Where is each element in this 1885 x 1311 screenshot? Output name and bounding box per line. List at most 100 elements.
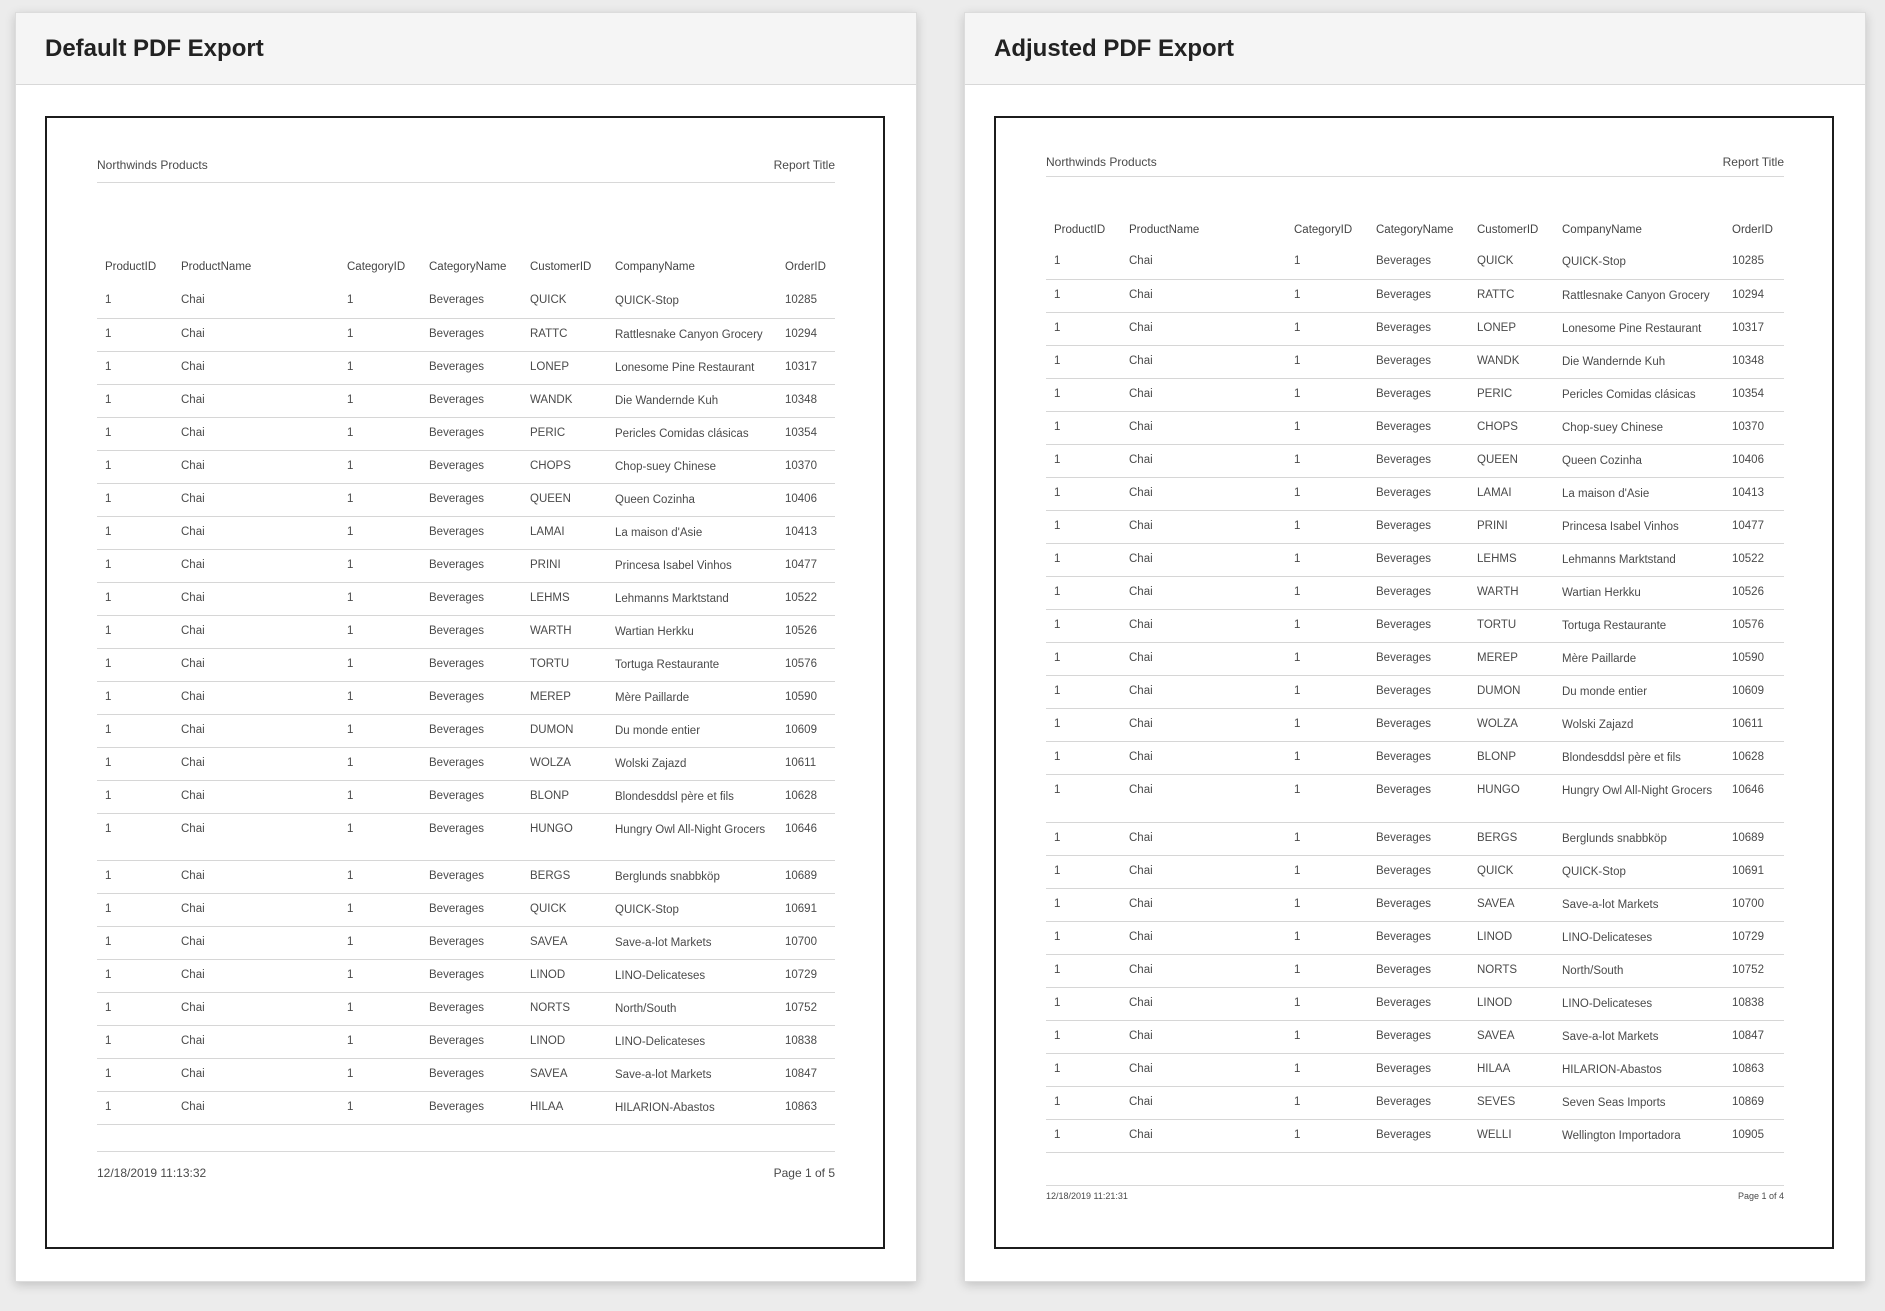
table-cell: 1 (1046, 855, 1121, 889)
table-cell: Save-a-lot Markets (1554, 888, 1724, 922)
table-cell: WOLZA (1469, 708, 1554, 742)
table-cell: LINOD (522, 959, 607, 993)
report-header: Northwinds Products Report Title (97, 158, 835, 183)
table-cell: Seven Seas Imports (1554, 1086, 1724, 1120)
table-cell: 1 (339, 780, 421, 814)
table-cell: 1 (1046, 1020, 1121, 1054)
table-cell: WARTH (522, 615, 607, 649)
table-cell: 1 (1046, 774, 1121, 823)
table-cell: Chai (173, 992, 339, 1026)
table-cell: 1 (339, 615, 421, 649)
table-row: 1 Chai 1 Beverages PRINI Princesa Isabel Vinh… (97, 549, 835, 583)
table-cell: 10477 (777, 549, 835, 583)
table-cell: 10285 (777, 285, 835, 319)
table-cell: Beverages (1368, 510, 1469, 544)
table-cell: 1 (1286, 708, 1368, 742)
table-cell: Lonesome Pine Restaurant (1554, 312, 1724, 346)
table-cell: Beverages (1368, 312, 1469, 346)
table-cell: Chai (173, 1025, 339, 1059)
table-row: 1 Chai 1 Beverages TORTU Tortuga Restaurante 1… (97, 648, 835, 682)
table-cell: Chai (173, 516, 339, 550)
table-cell: Queen Cozinha (1554, 444, 1724, 478)
table-cell: CHOPS (522, 450, 607, 484)
table-cell: LINOD (1469, 987, 1554, 1021)
table-cell: 10406 (777, 483, 835, 517)
table-cell: Chai (1121, 1053, 1286, 1087)
table-cell: 10752 (777, 992, 835, 1026)
table-cell: 1 (339, 747, 421, 781)
table-cell: WELLI (1469, 1119, 1554, 1153)
table-cell: Wartian Herkku (1554, 576, 1724, 610)
table-cell: Chai (173, 893, 339, 927)
table-cell: Save-a-lot Markets (1554, 1020, 1724, 1054)
table-cell: Beverages (1368, 1053, 1469, 1087)
table-cell: 10700 (777, 926, 835, 960)
table-cell: 10370 (777, 450, 835, 484)
pdf-page-preview: Northwinds Products Report Title Product… (994, 116, 1834, 1249)
table-cell: Chai (173, 384, 339, 418)
table-cell: Beverages (421, 285, 522, 319)
table-row: 1 Chai 1 Beverages SAVEA Save-a-lot Markets 10… (1046, 888, 1784, 922)
table-cell: 1 (1046, 279, 1121, 313)
table-cell: North/South (1554, 954, 1724, 988)
table-cell: QUICK (522, 285, 607, 319)
table-cell: 10847 (777, 1058, 835, 1092)
table-cell: Beverages (1368, 543, 1469, 577)
table-row: 1 Chai 1 Beverages WELLI Wellington Importado… (1046, 1119, 1784, 1153)
table-cell: 1 (1046, 888, 1121, 922)
table-cell: 1 (339, 582, 421, 616)
table-cell: 10863 (1724, 1053, 1784, 1087)
table-cell: 1 (339, 860, 421, 894)
table-cell: Chai (1121, 642, 1286, 676)
table-cell: 1 (97, 959, 173, 993)
table-cell: 10317 (1724, 312, 1784, 346)
table-cell: Chai (1121, 954, 1286, 988)
table-cell: 1 (97, 417, 173, 451)
table-cell: 1 (339, 1058, 421, 1092)
table-cell: Berglunds snabbköp (607, 860, 777, 894)
table-cell: PRINI (1469, 510, 1554, 544)
table-cell: 1 (1286, 378, 1368, 412)
table-cell: TORTU (522, 648, 607, 682)
table-cell: Beverages (1368, 642, 1469, 676)
table-cell: 1 (339, 992, 421, 1026)
table-cell: 10576 (777, 648, 835, 682)
table-cell: Save-a-lot Markets (607, 1058, 777, 1092)
column-header: ProductID (105, 261, 157, 273)
table-cell: 1 (1286, 510, 1368, 544)
table-cell: Chai (173, 813, 339, 861)
table-cell: 1 (339, 318, 421, 352)
table-cell: Chai (1121, 246, 1286, 280)
table-cell: 1 (1046, 822, 1121, 856)
table-row: 1 Chai 1 Beverages HILAA HILARION-Abastos 1086… (1046, 1053, 1784, 1087)
table-cell: QUICK-Stop (607, 285, 777, 319)
table-cell: 1 (97, 747, 173, 781)
report-title: Report Title (773, 158, 835, 172)
column-header: CustomerID (1477, 224, 1539, 236)
table-cell: 1 (1046, 312, 1121, 346)
table-cell: SAVEA (1469, 888, 1554, 922)
report-timestamp: 12/18/2019 11:13:32 (97, 1166, 207, 1180)
column-header: ProductName (181, 261, 252, 273)
table-cell: Beverages (421, 648, 522, 682)
table-cell: Beverages (1368, 888, 1469, 922)
table-cell: 10646 (1724, 774, 1784, 823)
table-cell: Chai (1121, 1086, 1286, 1120)
table-cell: 1 (97, 893, 173, 927)
table-cell: Beverages (421, 681, 522, 715)
table-cell: Chai (173, 1058, 339, 1092)
table-cell: 10838 (1724, 987, 1784, 1021)
table-cell: 1 (1286, 741, 1368, 775)
report-header: Northwinds Products Report Title (1046, 155, 1784, 177)
table-cell: 1 (97, 714, 173, 748)
table-row: 1 Chai 1 Beverages QUEEN Queen Cozinha 10406 (1046, 444, 1784, 478)
table-cell: Beverages (421, 1091, 522, 1125)
table-cell: 1 (97, 780, 173, 814)
table-cell: HILARION-Abastos (1554, 1053, 1724, 1087)
table-cell: Chai (173, 860, 339, 894)
table-cell: 10526 (1724, 576, 1784, 610)
table-cell: Beverages (421, 450, 522, 484)
table-cell: Beverages (421, 483, 522, 517)
table-cell: 1 (339, 813, 421, 861)
table-cell: La maison d'Asie (607, 516, 777, 550)
